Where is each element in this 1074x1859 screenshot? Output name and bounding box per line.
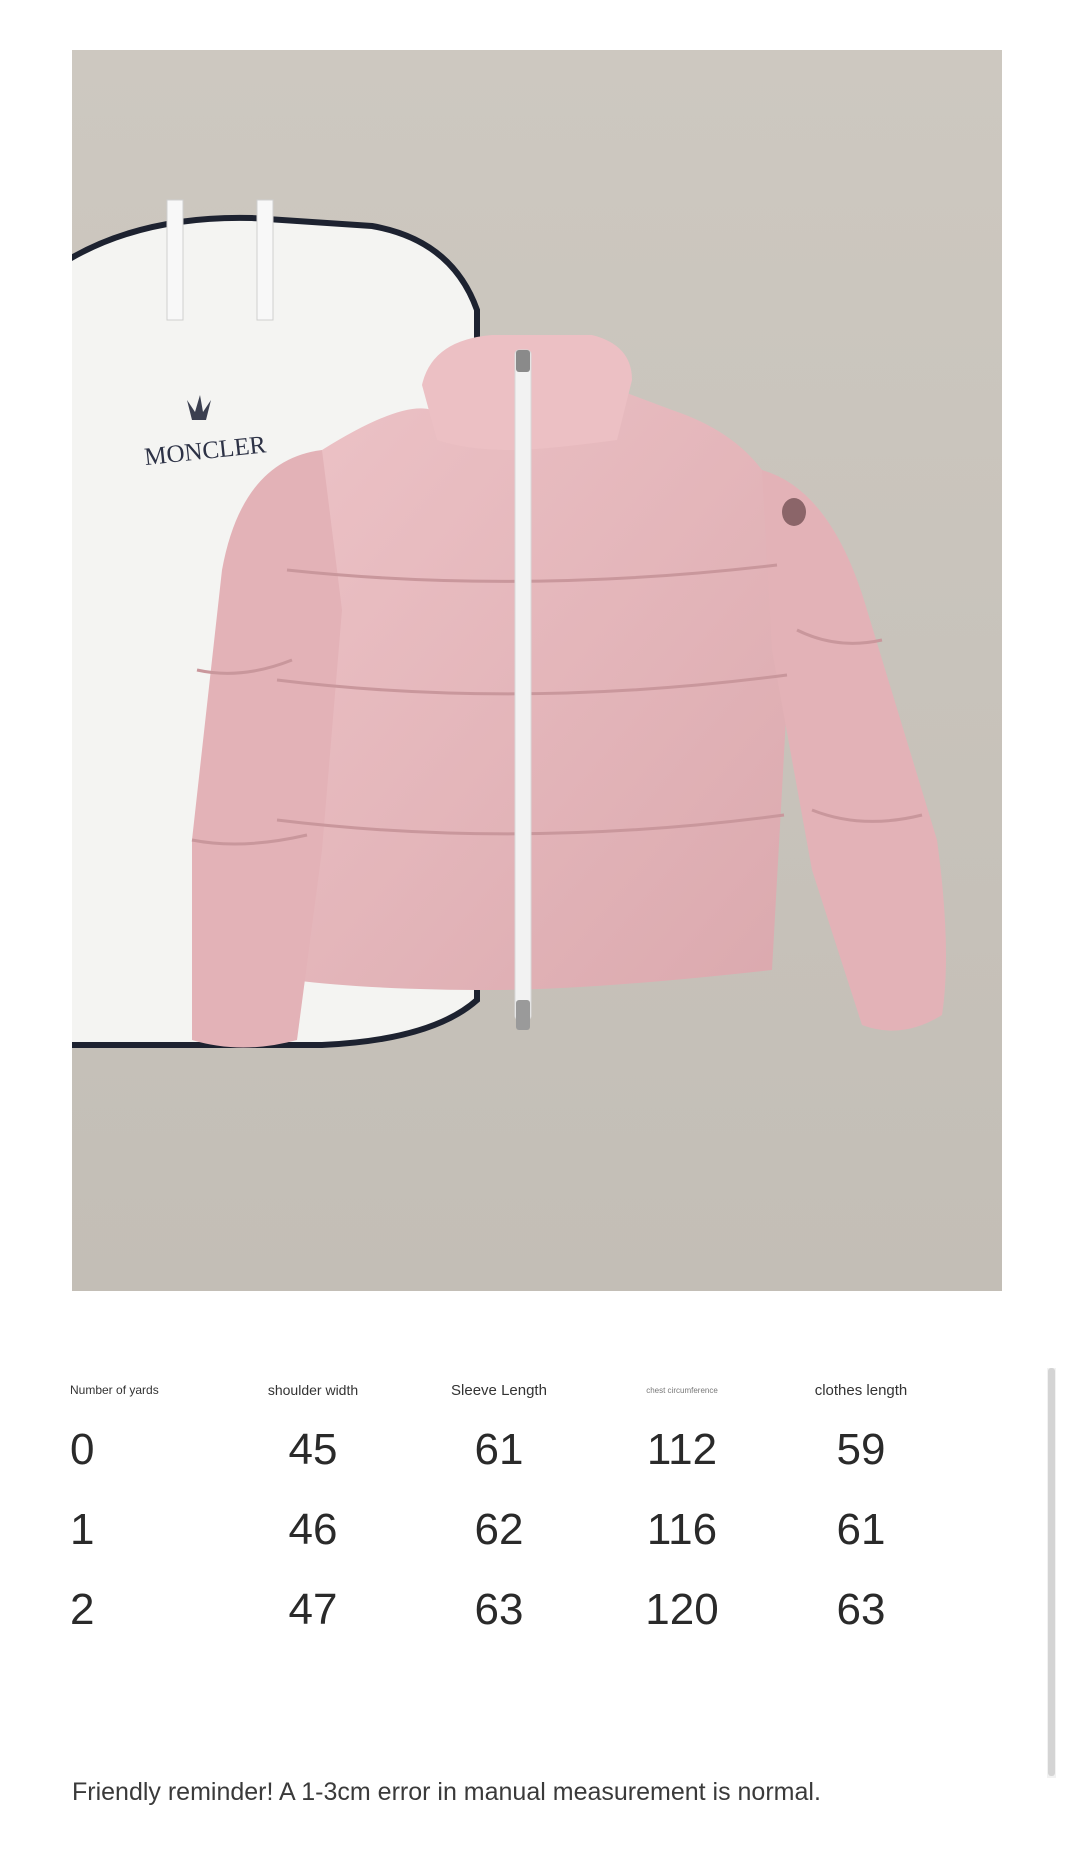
size-cell-sleeve: 61 [474,1425,524,1474]
header-chest-circumference: chest circumference [646,1385,718,1395]
size-cell-sleeve: 62 [474,1505,524,1554]
size-cell-chest: 120 [645,1585,719,1634]
header-number-of-yards: Number of yards [70,1383,159,1397]
measurement-reminder: Friendly reminder! A 1-3cm error in manu… [72,1778,821,1806]
size-cell-size: 1 [70,1505,95,1554]
header-clothes-length: clothes length [814,1381,908,1399]
size-cell-chest: 116 [646,1505,718,1554]
jacket-illustration: MONCLER [72,50,1002,1291]
size-chart-table: Number of yards shoulder width Sleeve Le… [70,1370,950,1650]
size-cell-chest: 112 [646,1425,718,1474]
size-cell-shoulder: 45 [288,1425,338,1474]
size-cell-length: 63 [836,1585,886,1634]
size-cell-length: 59 [836,1425,886,1474]
size-cell-sleeve: 63 [474,1585,524,1634]
size-cell-shoulder: 47 [288,1585,338,1634]
size-row: 2 47 63 120 63 [70,1570,950,1650]
scrollbar-thumb[interactable] [1048,1368,1055,1776]
size-cell-size: 0 [70,1425,95,1474]
size-cell-size: 2 [70,1585,95,1634]
product-photo: MONCLER [72,50,1002,1291]
size-row: 1 46 62 116 61 [70,1490,950,1570]
size-row: 0 45 61 112 59 [70,1410,950,1490]
size-cell-shoulder: 46 [288,1505,338,1554]
size-cell-length: 61 [836,1505,886,1554]
size-chart-header-row: Number of yards shoulder width Sleeve Le… [70,1370,950,1410]
header-shoulder-width: shoulder width [267,1382,359,1398]
header-sleeve-length: Sleeve Length [451,1381,547,1399]
